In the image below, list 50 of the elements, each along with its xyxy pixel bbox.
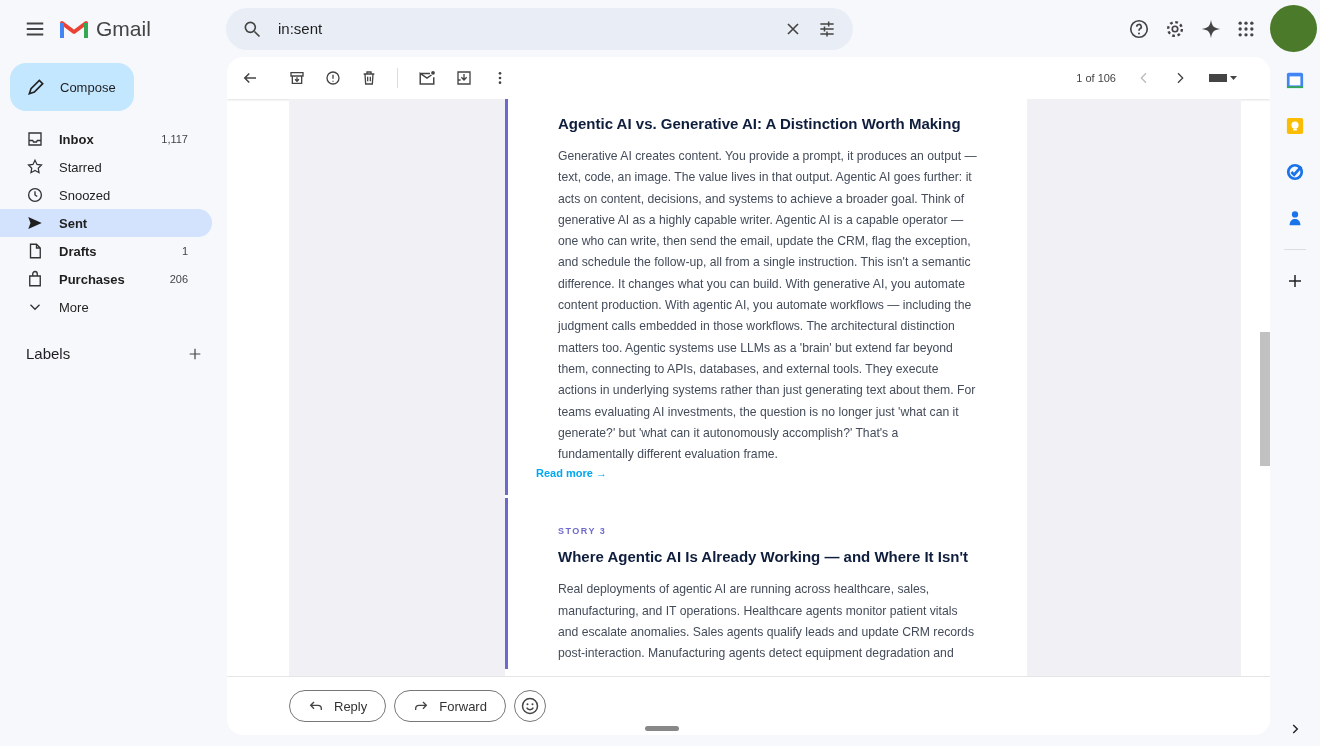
sidebar-item[interactable]: Starred bbox=[0, 153, 212, 181]
sidebar-item-label: Sent bbox=[59, 215, 89, 231]
calendar-icon[interactable] bbox=[1286, 71, 1304, 89]
labels-heading: Labels bbox=[26, 345, 71, 362]
forward-button[interactable]: Forward bbox=[394, 690, 506, 722]
compose-button[interactable]: Compose bbox=[10, 63, 134, 111]
sidebar-item[interactable]: Sent bbox=[0, 209, 212, 237]
search-field[interactable]: in:sent bbox=[276, 19, 769, 38]
story-kicker: STORY 3 bbox=[558, 526, 608, 537]
move-to-icon[interactable] bbox=[456, 70, 472, 86]
trash-icon[interactable] bbox=[361, 70, 377, 86]
sidebar-item-label: Snoozed bbox=[59, 187, 112, 203]
sidebar-item[interactable]: Inbox 1,117 bbox=[0, 125, 212, 153]
resize-handle[interactable] bbox=[645, 726, 679, 731]
item-count: 206 bbox=[169, 273, 188, 285]
pagination-count: 1 of 106 bbox=[1076, 72, 1116, 84]
scrollbar-thumb[interactable] bbox=[1260, 332, 1270, 466]
avatar[interactable] bbox=[1270, 5, 1317, 52]
inbox-icon bbox=[26, 130, 44, 148]
sidebar-item-label: Starred bbox=[59, 159, 103, 175]
story-title: Agentic AI vs. Generative AI: A Distinction Worth Making bbox=[558, 115, 962, 132]
plus-icon[interactable] bbox=[1286, 272, 1304, 290]
item-count: 1,117 bbox=[161, 133, 188, 145]
sidebar-item[interactable]: Drafts 1 bbox=[0, 237, 212, 265]
search-bar[interactable]: in:sent bbox=[226, 7, 853, 50]
sidebar-item-label: Inbox bbox=[59, 131, 95, 147]
check-circle-icon[interactable] bbox=[1286, 163, 1304, 181]
sidebar-item[interactable]: Purchases 206 bbox=[0, 265, 212, 293]
sidebar-item-label: Purchases bbox=[59, 271, 126, 287]
story-paragraph: Generative AI creates content. You provide a prompt, it produces an output — text, code, an image. The value lives in that output. Agentic AI goes further: it acts on content, decisions, and systems to achieve a broader goal. Think of generative AI as a highly capable writer. Agentic AI is a capable operator — one who can write, then send the email, update the CRM, flag the exception, and schedule the follow-up, all from a single instruction. This isn't a semantic difference. It changes what you can build. With generative AI, you automate content production. With agentic AI, you automate workflows — including the judgment calls embedded in those workflows. The architectural distinction matters too. Agentic systems use LLMs as a 'brain' but extend far beyond them, connecting to APIs, databases, and external tools. They execute actions in underlying systems rather than just generating text about them. For teams evaluating AI investments, the question is no longer just 'what can it generate?' but 'what can it autonomously accomplish?' That's a fundamentally different evaluation frame. bbox=[558, 148, 977, 464]
clock-icon bbox=[26, 186, 44, 204]
send-icon bbox=[26, 214, 44, 232]
pencil-icon bbox=[26, 77, 46, 97]
help-icon[interactable] bbox=[1128, 17, 1150, 40]
story-title: Where Agentic AI Is Already Working — and Where It Isn't bbox=[558, 548, 970, 566]
sidebar-item[interactable]: Snoozed bbox=[0, 181, 212, 209]
bag-icon bbox=[26, 270, 44, 288]
emoji-button[interactable] bbox=[513, 690, 546, 722]
story-paragraph: Real deployments of agentic AI are running across healthcare, sales, manufacturing, and IT operations. Healthcare agents monitor patient vitals and escalate anomalies. Sales agents qualify leads and update CRM records post-interaction. Manufacturing agents detect equipment degradation and bbox=[558, 581, 975, 663]
reply-button[interactable]: Reply bbox=[289, 690, 387, 722]
smiley-icon bbox=[519, 696, 540, 716]
sidebar-item-label: More bbox=[59, 299, 90, 315]
sidebar-item-label: Drafts bbox=[59, 243, 98, 259]
sidebar-item[interactable]: More bbox=[0, 293, 212, 321]
item-count: 1 bbox=[181, 245, 188, 257]
mail-dot-icon[interactable] bbox=[418, 69, 436, 87]
star-icon bbox=[26, 158, 44, 176]
report-icon[interactable] bbox=[325, 70, 341, 86]
app-name: Gmail bbox=[96, 16, 151, 41]
archive-icon[interactable] bbox=[289, 70, 305, 86]
